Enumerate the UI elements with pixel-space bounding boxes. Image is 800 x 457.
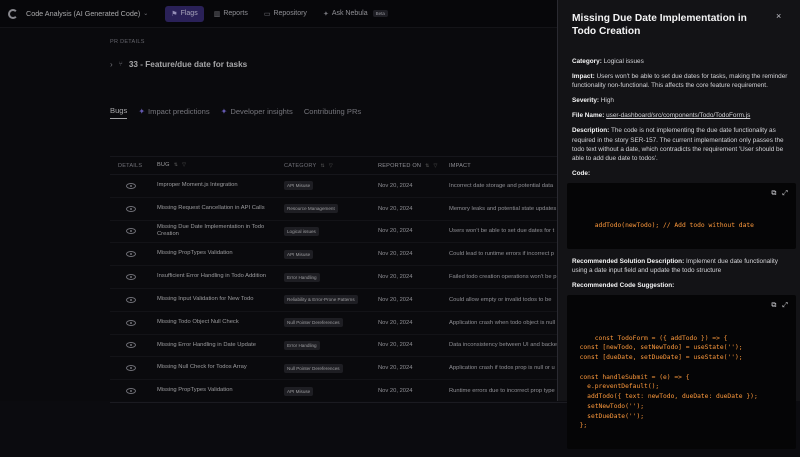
- panel-title: Missing Due Date Implementation in Todo …: [572, 13, 747, 38]
- copy-icon[interactable]: ⧉: [771, 188, 776, 199]
- suggested-code-block: ⧉ ⤢ const TodoForm = ({ addTodo }) => { c…: [567, 295, 796, 449]
- rec-desc-label: Recommended Solution Description:: [572, 257, 685, 265]
- modal-backdrop[interactable]: [0, 0, 560, 401]
- description-line: Description: The code is not implementin…: [572, 126, 792, 162]
- impact-value: Users won't be able to set due dates for…: [572, 73, 788, 90]
- code-label: Code:: [572, 169, 591, 177]
- expand-icon[interactable]: ⤢: [782, 188, 788, 199]
- description-label: Description:: [572, 127, 610, 135]
- category-line: Category: Logical issues: [572, 57, 792, 66]
- close-icon[interactable]: ×: [776, 11, 781, 21]
- impact-label: Impact:: [572, 73, 595, 81]
- bug-detail-panel: Missing Due Date Implementation in Todo …: [557, 0, 800, 449]
- severity-value: High: [600, 97, 614, 105]
- copy-icon[interactable]: ⧉: [771, 300, 776, 311]
- file-line: File Name: user-dashboard/src/components…: [572, 111, 792, 120]
- suggested-code: const TodoForm = ({ addTodo }) => { cons…: [579, 334, 758, 430]
- severity-label: Severity:: [572, 97, 599, 105]
- severity-line: Severity: High: [572, 96, 792, 105]
- code-actions: ⧉ ⤢: [771, 188, 788, 199]
- expand-icon[interactable]: ⤢: [782, 300, 788, 311]
- file-link[interactable]: user-dashboard/src/components/Todo/TodoF…: [606, 112, 750, 119]
- panel-body: Category: Logical issues Impact: Users w…: [567, 57, 796, 457]
- rec-desc-line: Recommended Solution Description: Implem…: [572, 257, 792, 275]
- file-label: File Name:: [572, 112, 605, 120]
- rec-code-label: Recommended Code Suggestion:: [572, 282, 675, 290]
- category-value: Logical issues: [603, 58, 644, 65]
- code-snippet: addTodo(newTodo); // Add todo without da…: [594, 222, 754, 230]
- category-label: Category:: [572, 58, 602, 65]
- code-actions: ⧉ ⤢: [771, 300, 788, 311]
- code-block: ⧉ ⤢ addTodo(newTodo); // Add todo without…: [567, 182, 796, 249]
- impact-line: Impact: Users won't be able to set due d…: [572, 72, 792, 90]
